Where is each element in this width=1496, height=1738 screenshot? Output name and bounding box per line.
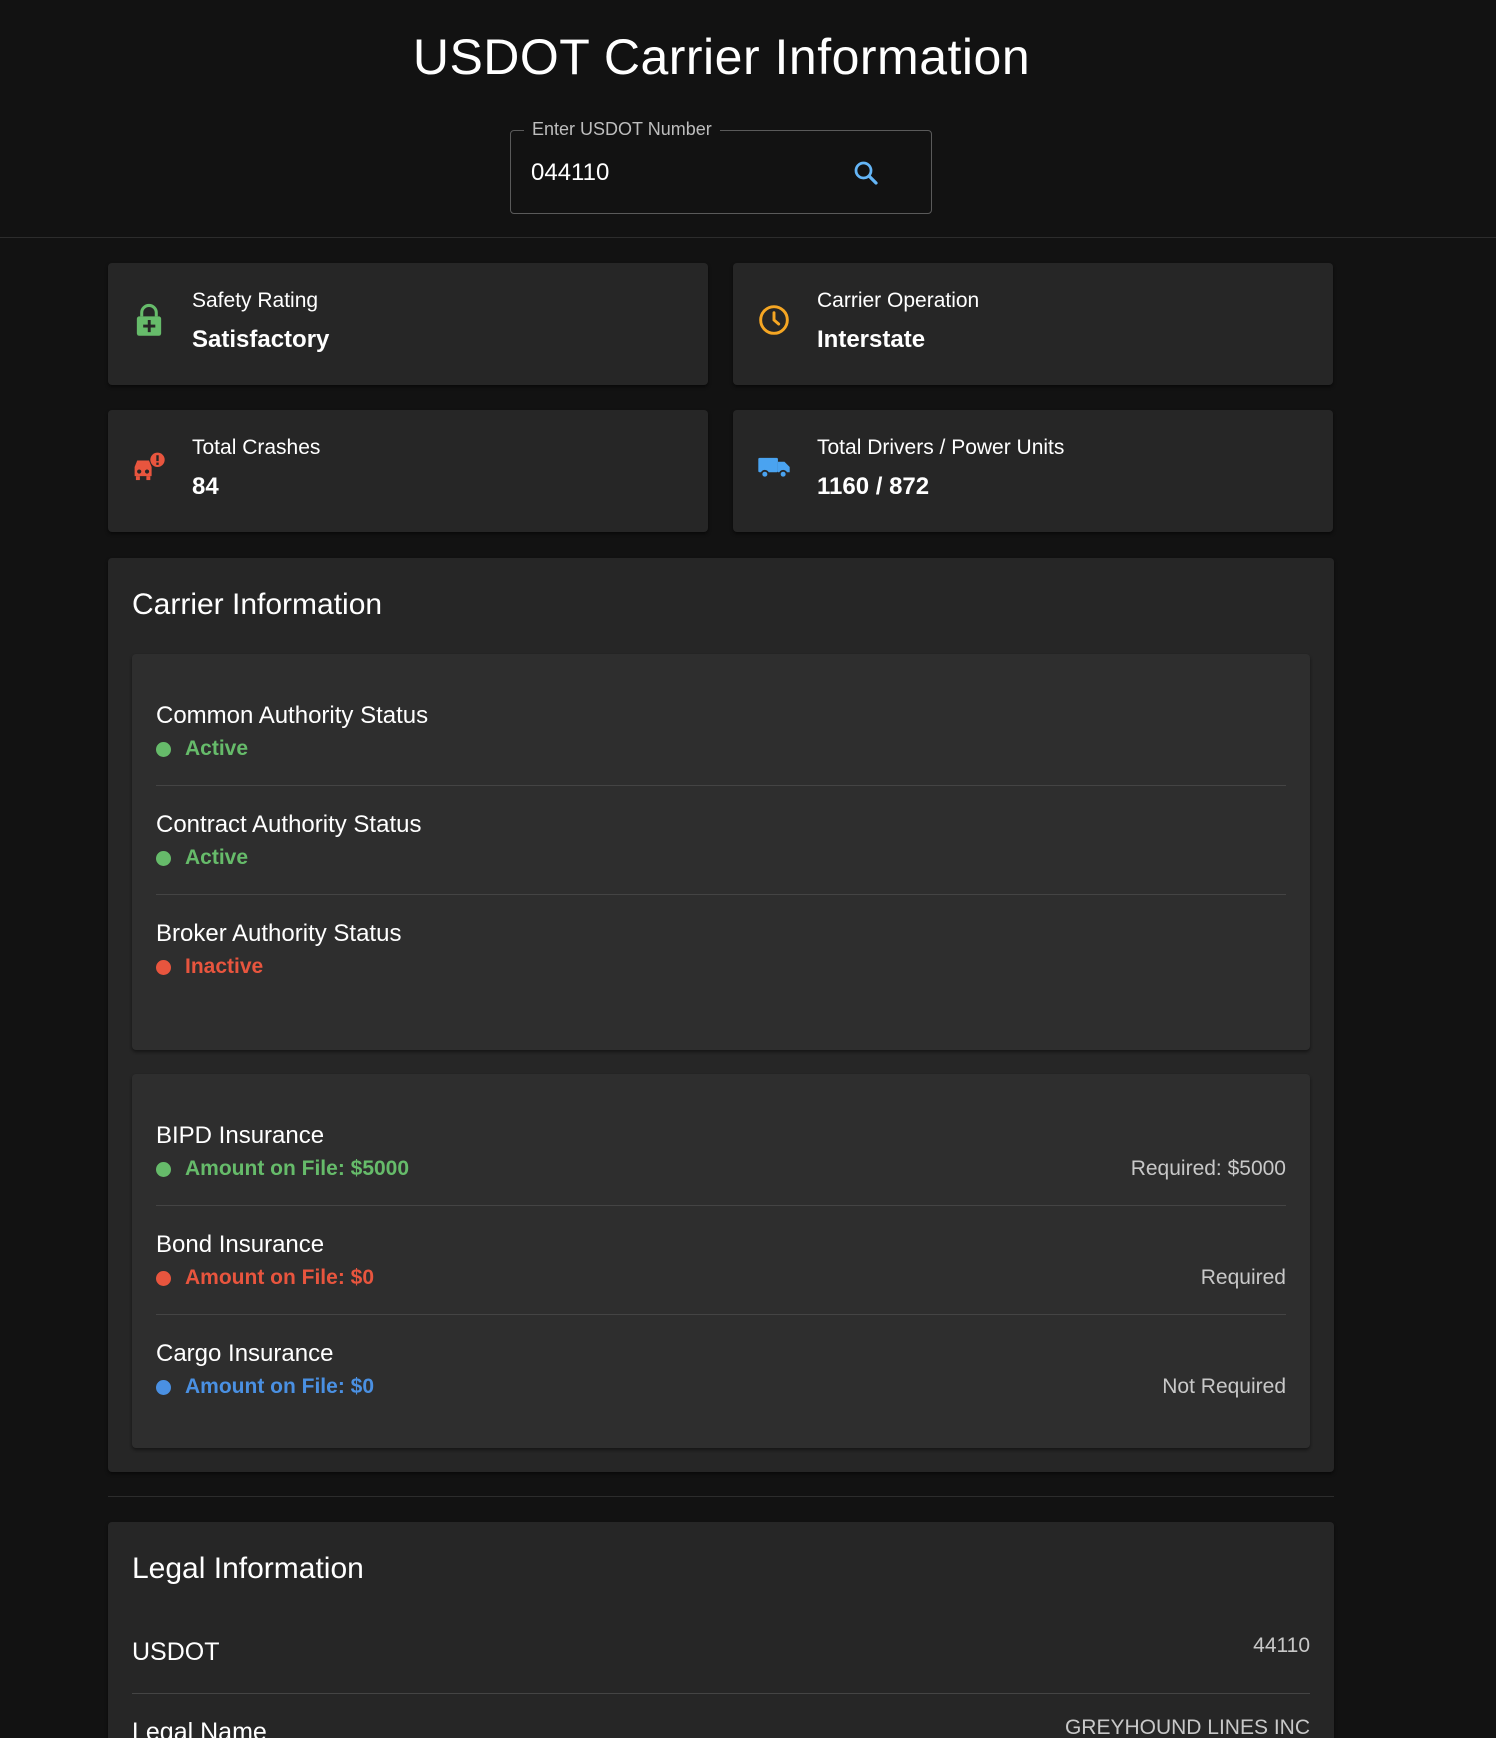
total-crashes-card: Total Crashes 84 xyxy=(108,410,708,532)
carrier-operation-card: Carrier Operation Interstate xyxy=(733,263,1333,385)
status-dot xyxy=(156,741,171,757)
safety-rating-card: Safety Rating Satisfactory xyxy=(108,263,708,385)
status-badge: Amount on File: $0 xyxy=(156,1266,374,1290)
legal-label: Legal Name xyxy=(132,1718,267,1738)
status-badge: Amount on File: $5000 xyxy=(156,1157,409,1181)
legal-row: USDOT 44110 xyxy=(132,1598,1310,1694)
stat-value: 1160 / 872 xyxy=(817,473,930,500)
status-text: Active xyxy=(185,737,249,760)
status-badge: Active xyxy=(156,737,248,761)
list-item: Cargo Insurance Amount on File: $0 Not R… xyxy=(156,1316,1286,1424)
status-dot xyxy=(156,1379,171,1395)
stat-label: Total Drivers / Power Units xyxy=(817,436,1065,459)
section-title: Legal Information xyxy=(132,1552,364,1585)
insurance-label: Bond Insurance xyxy=(156,1231,325,1258)
page-header: USDOT Carrier Information Enter USDOT Nu… xyxy=(0,0,1496,238)
car-crash-icon xyxy=(132,450,166,484)
section-divider xyxy=(108,1496,1334,1497)
requirement-text: Required xyxy=(1200,1266,1286,1289)
legal-row: Legal Name GREYHOUND LINES INC xyxy=(132,1694,1310,1738)
authority-status-list: Common Authority Status Active Contract … xyxy=(132,654,1310,1050)
insurance-list: BIPD Insurance Amount on File: $5000 Req… xyxy=(132,1074,1310,1448)
requirement-text: Not Required xyxy=(1162,1375,1286,1398)
carrier-information-panel: Carrier Information Common Authority Sta… xyxy=(108,558,1334,1472)
legal-label: USDOT xyxy=(132,1638,220,1666)
legal-value: 44110 xyxy=(1253,1634,1310,1657)
stat-value: 84 xyxy=(192,473,219,500)
clock-icon xyxy=(757,303,791,337)
authority-label: Contract Authority Status xyxy=(156,811,422,838)
status-badge: Inactive xyxy=(156,955,263,979)
status-badge: Amount on File: $0 xyxy=(156,1375,374,1399)
status-badge: Active xyxy=(156,846,248,870)
section-title: Carrier Information xyxy=(132,588,383,621)
legal-information-panel: Legal Information USDOT 44110 Legal Name… xyxy=(108,1522,1334,1738)
authority-label: Broker Authority Status xyxy=(156,920,402,947)
page-title: USDOT Carrier Information xyxy=(412,29,1031,85)
list-item: Common Authority Status Active xyxy=(156,678,1286,786)
status-text: Active xyxy=(185,846,249,869)
status-text: Inactive xyxy=(185,955,264,978)
status-dot xyxy=(156,959,171,975)
stat-label: Safety Rating xyxy=(192,289,319,312)
authority-label: Common Authority Status xyxy=(156,702,429,729)
status-text: Amount on File: $5000 xyxy=(185,1157,410,1180)
usdot-search-field[interactable]: Enter USDOT Number xyxy=(510,119,932,214)
search-field-label: Enter USDOT Number xyxy=(524,119,720,140)
status-text: Amount on File: $0 xyxy=(185,1266,374,1289)
status-text: Amount on File: $0 xyxy=(185,1375,374,1398)
stat-value: Satisfactory xyxy=(192,326,330,353)
requirement-text: Required: $5000 xyxy=(1130,1157,1286,1180)
insurance-label: BIPD Insurance xyxy=(156,1122,325,1149)
status-dot xyxy=(156,850,171,866)
stat-label: Total Crashes xyxy=(192,436,321,459)
list-item: Contract Authority Status Active xyxy=(156,787,1286,895)
list-item: Broker Authority Status Inactive xyxy=(156,896,1286,1004)
list-item: BIPD Insurance Amount on File: $5000 Req… xyxy=(156,1098,1286,1206)
lock-plus-icon xyxy=(132,303,166,337)
search-icon[interactable] xyxy=(848,155,884,191)
insurance-label: Cargo Insurance xyxy=(156,1340,334,1367)
legal-value: GREYHOUND LINES INC xyxy=(1064,1716,1310,1738)
list-item: Bond Insurance Amount on File: $0 Requir… xyxy=(156,1207,1286,1315)
status-dot xyxy=(156,1161,171,1177)
stat-value: Interstate xyxy=(817,326,926,353)
status-dot xyxy=(156,1270,171,1286)
truck-icon xyxy=(757,450,791,484)
stat-label: Carrier Operation xyxy=(817,289,980,312)
usdot-number-input[interactable] xyxy=(531,155,831,191)
drivers-power-units-card: Total Drivers / Power Units 1160 / 872 xyxy=(733,410,1333,532)
